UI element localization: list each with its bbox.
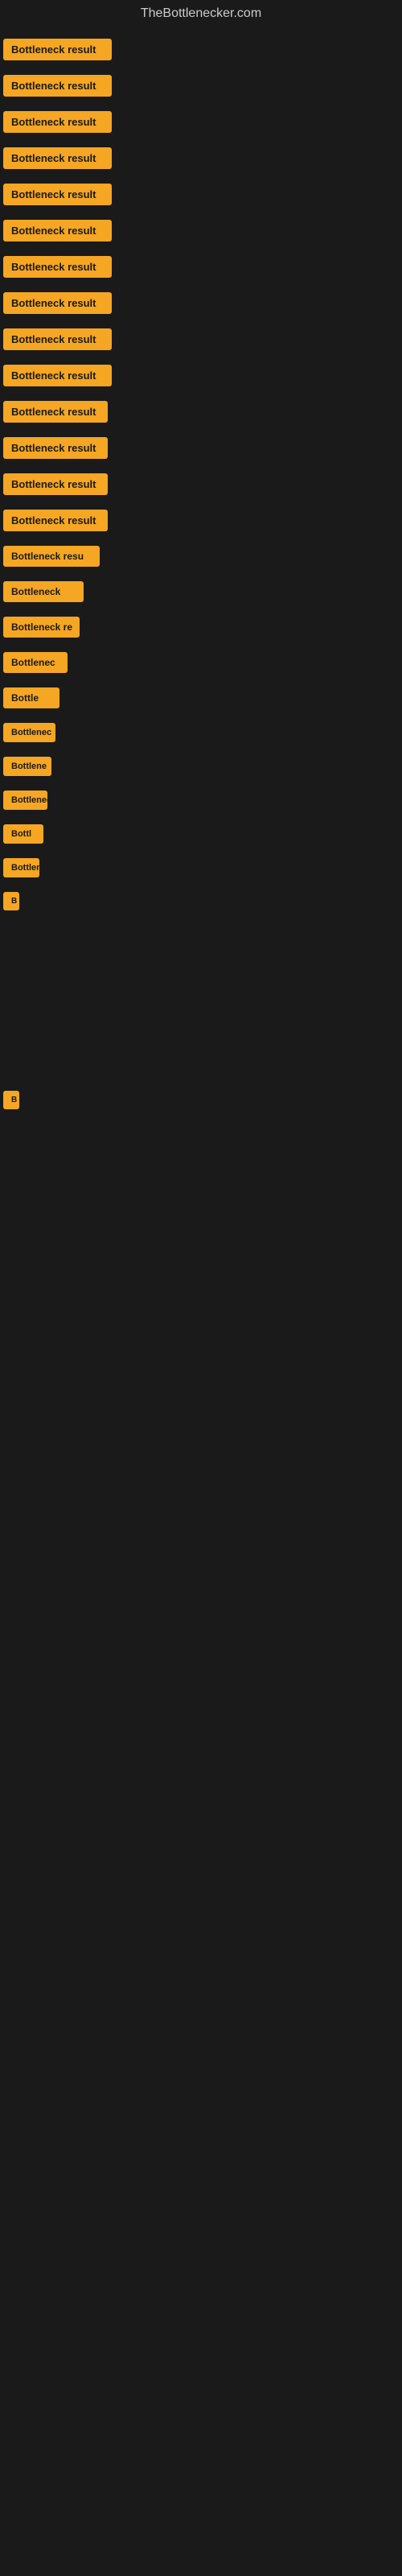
bottleneck-badge[interactable]: Bottleneck result (3, 328, 112, 350)
empty-section-3 (0, 1278, 402, 1439)
list-item[interactable]: Bottleneck result (0, 431, 402, 465)
empty-section-1 (0, 922, 402, 1083)
list-item[interactable]: Bottleneck result (0, 177, 402, 212)
list-item[interactable]: Bottlenec (0, 646, 402, 679)
bottleneck-list: Bottleneck result Bottleneck result Bott… (0, 27, 402, 922)
list-item[interactable]: Bottleneck result (0, 213, 402, 248)
list-item[interactable]: Bottleneck (0, 784, 402, 816)
bottleneck-badge[interactable]: Bottleneck result (3, 147, 112, 169)
bottleneck-badge[interactable]: Bottleneck result (3, 184, 112, 205)
bottleneck-badge[interactable]: Bottleneck result (3, 437, 108, 459)
list-item[interactable]: Bottle (0, 681, 402, 715)
list-item[interactable]: Bottleneck result (0, 286, 402, 320)
list-item[interactable]: Bottleneck result (0, 503, 402, 538)
bottleneck-badge[interactable]: Bottle (3, 687, 59, 708)
bottleneck-badge[interactable]: Bottleneck result (3, 39, 112, 60)
bottleneck-badge[interactable]: Bottl (3, 824, 43, 844)
bottleneck-badge[interactable]: Bottleneck result (3, 75, 112, 97)
list-item[interactable]: Bottleneck result (0, 322, 402, 357)
list-item[interactable]: Bottleneck resu (0, 539, 402, 573)
bottleneck-badge-tiny[interactable]: B (3, 1091, 19, 1109)
list-item[interactable]: Bottleneck result (0, 68, 402, 103)
list-item[interactable]: Bottleneck re (0, 610, 402, 644)
bottleneck-badge[interactable]: Bottlene (3, 757, 51, 776)
bottleneck-badge[interactable]: Bottleneck (3, 791, 47, 810)
list-item[interactable]: Bottleneck result (0, 250, 402, 284)
list-item[interactable]: Bottleneck result (0, 32, 402, 67)
bottleneck-badge[interactable]: Bottlene (3, 858, 39, 877)
list-item[interactable]: Bottleneck (0, 575, 402, 609)
bottleneck-badge[interactable]: Bottleneck result (3, 473, 108, 495)
bottleneck-badge[interactable]: Bottleneck result (3, 510, 108, 531)
bottleneck-badge[interactable]: Bottleneck result (3, 111, 112, 133)
list-item[interactable]: Bottleneck result (0, 467, 402, 502)
list-item[interactable]: Bottlene (0, 750, 402, 782)
list-item[interactable]: Bottleneck result (0, 141, 402, 175)
bottleneck-badge[interactable]: Bottleneck result (3, 256, 112, 278)
site-title-text: TheBottlenecker.com (141, 6, 261, 20)
site-title: TheBottlenecker.com (0, 0, 402, 27)
bottleneck-badge[interactable]: Bottleneck result (3, 292, 112, 314)
bottleneck-badge[interactable]: Bottlenec (3, 723, 55, 742)
empty-section-2 (0, 1117, 402, 1278)
list-item[interactable]: Bottlenec (0, 716, 402, 749)
list-item[interactable]: Bottlene (0, 852, 402, 884)
list-item[interactable]: Bottl (0, 818, 402, 850)
bottleneck-badge[interactable]: Bottleneck result (3, 220, 112, 242)
list-item[interactable]: Bottleneck result (0, 105, 402, 139)
list-item[interactable]: B (0, 886, 402, 917)
bottleneck-badge[interactable]: B (3, 892, 19, 910)
bottleneck-badge[interactable]: Bottleneck result (3, 365, 112, 386)
bottleneck-badge[interactable]: Bottleneck (3, 581, 84, 602)
bottleneck-badge[interactable]: Bottlenec (3, 652, 68, 673)
bottleneck-badge[interactable]: Bottleneck resu (3, 546, 100, 567)
bottleneck-badge[interactable]: Bottleneck result (3, 401, 108, 423)
list-item[interactable]: Bottleneck result (0, 394, 402, 429)
list-item-tiny[interactable]: B (0, 1084, 402, 1116)
bottleneck-badge[interactable]: Bottleneck re (3, 617, 80, 638)
list-item[interactable]: Bottleneck result (0, 358, 402, 393)
